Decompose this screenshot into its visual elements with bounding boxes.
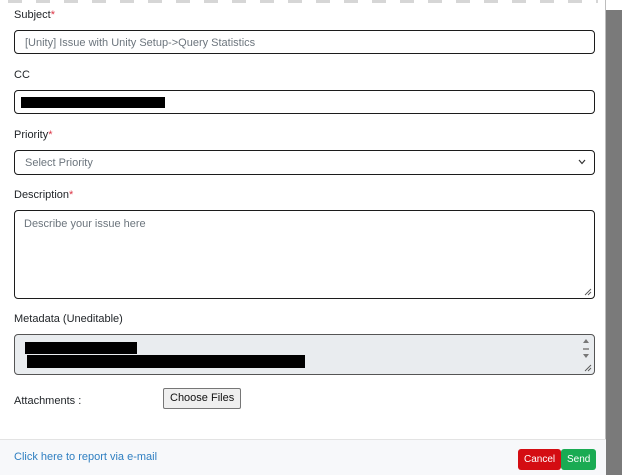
redacted-block	[25, 342, 137, 354]
resize-grip-icon	[584, 364, 592, 372]
required-mark: *	[69, 189, 74, 201]
description-label-text: Description	[14, 189, 70, 201]
redacted-block	[27, 355, 305, 368]
description-label: Description*	[14, 189, 73, 201]
report-via-email-link[interactable]: Click here to report via e-mail	[14, 451, 157, 463]
description-textarea[interactable]: Describe your issue here	[14, 210, 595, 299]
priority-selected-value: Select Priority	[25, 157, 93, 169]
priority-label: Priority*	[14, 129, 53, 141]
resize-grip-icon[interactable]	[584, 288, 592, 296]
cc-input[interactable]	[14, 90, 595, 114]
attachments-label: Attachments :	[14, 395, 82, 407]
top-dashed-border	[8, 0, 598, 3]
subject-label-text: Subject	[14, 9, 51, 21]
metadata-scrollbar[interactable]	[580, 337, 592, 363]
required-mark: *	[50, 9, 55, 21]
redacted-block	[21, 97, 165, 108]
scroll-thumb[interactable]	[583, 348, 589, 350]
metadata-label: Metadata (Uneditable)	[14, 313, 123, 325]
choose-files-button[interactable]: Choose Files	[163, 388, 242, 409]
cc-label: CC	[14, 69, 30, 81]
cancel-button[interactable]: Cancel	[518, 449, 562, 470]
modal-footer: Click here to report via e-mail Cancel S…	[0, 439, 606, 475]
modal-scrollbar[interactable]	[606, 10, 622, 475]
report-issue-modal: Subject* [Unity] Issue with Unity Setup-…	[0, 0, 606, 475]
required-mark: *	[48, 129, 53, 141]
subject-input[interactable]: [Unity] Issue with Unity Setup->Query St…	[14, 30, 595, 54]
scroll-up-arrow-icon[interactable]	[583, 339, 589, 343]
subject-label: Subject*	[14, 9, 55, 21]
chevron-down-icon	[578, 159, 586, 165]
metadata-textarea	[14, 334, 595, 375]
send-button[interactable]: Send	[561, 449, 597, 470]
priority-select[interactable]: Select Priority	[14, 150, 595, 175]
subject-input-value: [Unity] Issue with Unity Setup->Query St…	[25, 37, 256, 49]
priority-label-text: Priority	[14, 129, 49, 141]
description-placeholder: Describe your issue here	[24, 218, 146, 230]
scroll-down-arrow-icon[interactable]	[583, 354, 589, 358]
